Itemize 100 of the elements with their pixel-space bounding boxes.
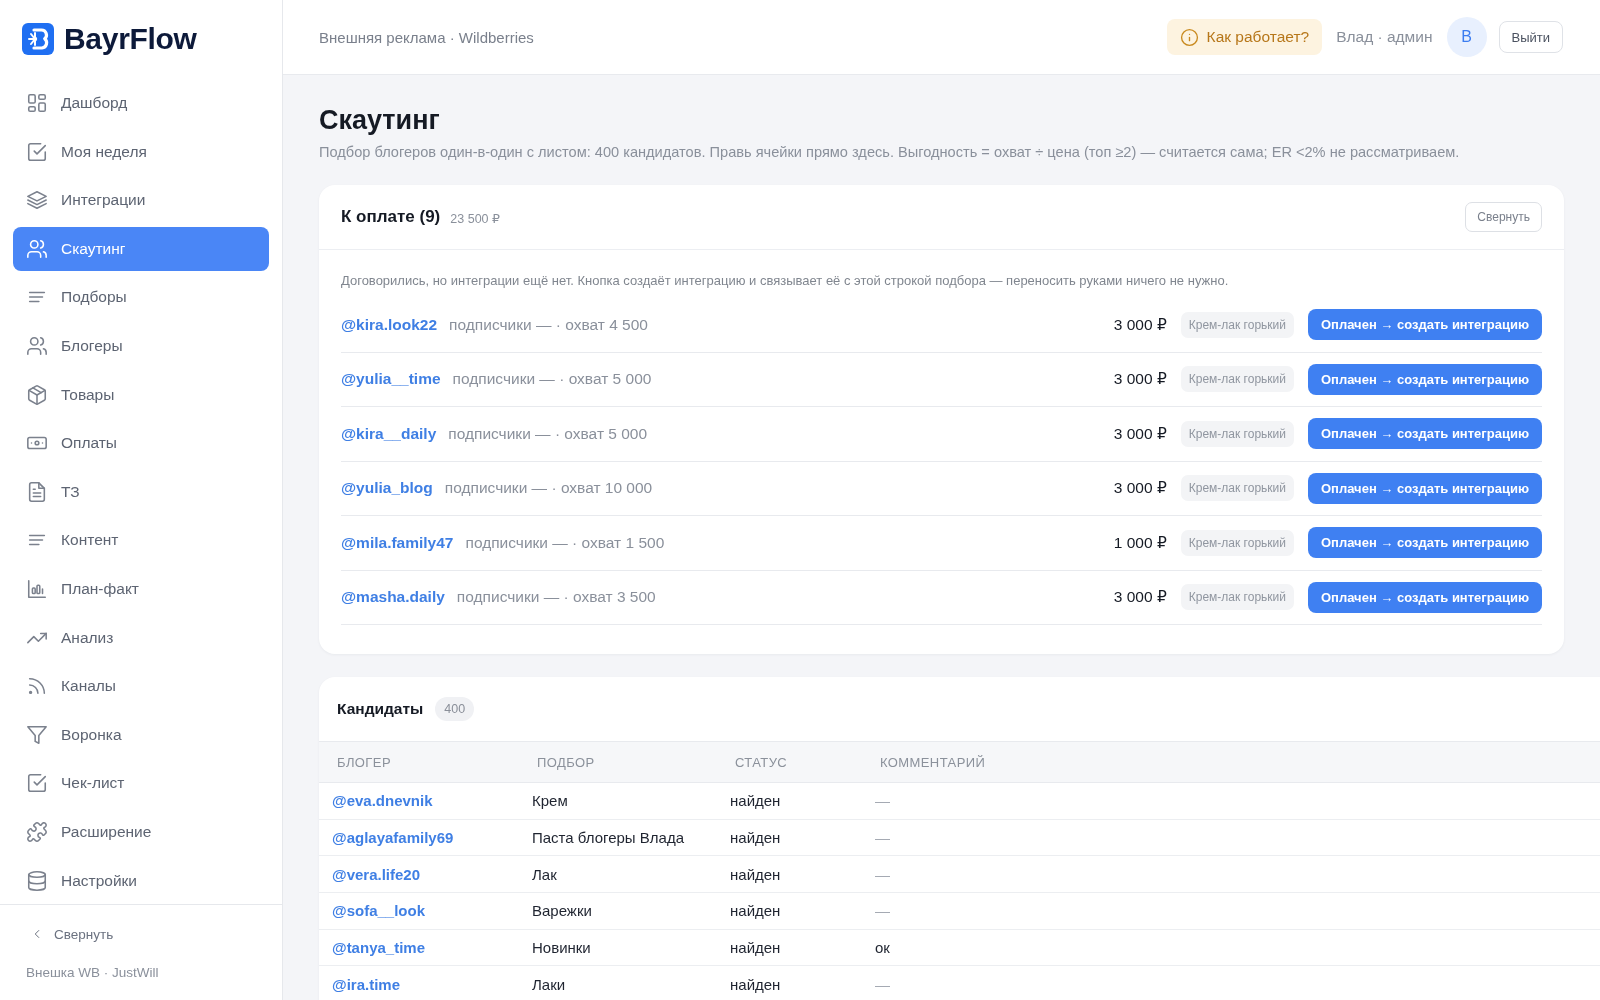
nav-item[interactable]: Воронка: [13, 712, 269, 757]
database-icon: [26, 869, 48, 892]
collapse-button[interactable]: Свернуть: [1465, 202, 1542, 232]
table-cell: —: [875, 902, 890, 920]
logo-icon: [22, 23, 54, 55]
column-header: ПОДБОР: [532, 741, 730, 783]
workspace-label: Внешка WB · JustWill: [26, 964, 159, 980]
help-button[interactable]: Как работает?: [1166, 19, 1323, 55]
blogger-link[interactable]: @mila.family47: [341, 533, 454, 552]
document-icon: [26, 480, 48, 503]
column-header: БЛОГЕР: [319, 741, 532, 783]
dashboard-grid-icon: [26, 92, 48, 114]
blogger-stats: подписчики — · охват 5 000: [452, 370, 652, 389]
users-icon: [26, 334, 48, 357]
nav-item[interactable]: Интеграции: [13, 178, 269, 223]
table-cell: —: [875, 792, 890, 810]
blogger-link[interactable]: @sofa__look: [332, 902, 425, 920]
price: 3 000 ₽: [1113, 588, 1167, 607]
layers-icon: [26, 189, 48, 212]
logo-text: BayrFlow: [64, 22, 197, 56]
nav-item[interactable]: Дашборд: [13, 81, 269, 125]
checkbox-icon: [26, 772, 48, 795]
table-cell: найден: [730, 865, 781, 883]
page-title: Скаутинг: [319, 104, 441, 137]
nav-item[interactable]: Скаутинг: [13, 226, 269, 271]
blogger-link[interactable]: @kira.look22: [341, 315, 438, 334]
avatar[interactable]: В: [1446, 17, 1487, 57]
table-cell: ок: [875, 939, 890, 957]
blogger-stats: подписчики — · охват 10 000: [444, 479, 653, 498]
table-cell: найден: [730, 792, 781, 810]
price: 1 000 ₽: [1113, 533, 1167, 552]
nav-item[interactable]: Контент: [13, 518, 269, 563]
logout-button[interactable]: Выйти: [1498, 21, 1563, 53]
create-integration-button[interactable]: Оплачен → создать интеграцию: [1308, 527, 1542, 559]
table-cell: найден: [730, 829, 781, 847]
blogger-link[interactable]: @masha.daily: [341, 588, 445, 607]
blogger-link[interactable]: @eva.dnevnik: [332, 792, 433, 810]
users-icon: [26, 237, 48, 260]
product-tag: Крем-лак горький: [1180, 420, 1294, 447]
nav-item[interactable]: ТЗ: [13, 469, 269, 514]
product-tag: Крем-лак горький: [1180, 475, 1294, 502]
page-subtitle: Подбор блогеров один-в-один с листом: 400 кандидатов. Правь ячейки прямо здесь. Выгодность = охват ÷ цена (топ ≥2) — считается сама; ER <2% не рассматриваем.: [319, 143, 1461, 162]
blogger-stats: подписчики — · охват 4 500: [449, 315, 648, 334]
table-cell: —: [875, 865, 890, 883]
nav-item[interactable]: Анализ: [13, 615, 269, 660]
checkbox-icon: [26, 140, 48, 163]
nav-item[interactable]: Каналы: [13, 664, 269, 709]
nav-item[interactable]: Расширение: [13, 809, 269, 854]
card-note: Договорились, но интеграции ещё нет. Кнопка создаёт интеграцию и связывает её с этой строкой подбора — переносить руками ничего не нужно.: [341, 272, 1230, 290]
blogger-link[interactable]: @yulia__time: [341, 370, 441, 389]
product-tag: Крем-лак горький: [1180, 584, 1294, 611]
blogger-link[interactable]: @yulia_blog: [341, 479, 433, 498]
box-icon: [26, 383, 48, 406]
price: 3 000 ₽: [1113, 370, 1167, 389]
blogger-stats: подписчики — · охват 3 500: [456, 588, 656, 607]
blogger-stats: подписчики — · охват 5 000: [448, 424, 648, 443]
create-integration-button[interactable]: Оплачен → создать интеграцию: [1308, 363, 1542, 395]
create-integration-button[interactable]: Оплачен → создать интеграцию: [1308, 472, 1542, 504]
product-tag: Крем-лак горький: [1180, 529, 1294, 556]
table-cell: Крем: [532, 792, 568, 810]
count-badge: 400: [435, 697, 475, 721]
blogger-link[interactable]: @tanya_time: [332, 939, 425, 957]
total-amount: 23 500 ₽: [450, 210, 500, 226]
nav-item[interactable]: Моя неделя: [13, 129, 269, 174]
create-integration-button[interactable]: Оплачен → создать интеграцию: [1308, 309, 1542, 341]
table-cell: найден: [730, 902, 781, 920]
blogger-link[interactable]: @kira__daily: [341, 424, 437, 443]
create-integration-button[interactable]: Оплачен → создать интеграцию: [1308, 418, 1542, 450]
table-cell: Варежки: [532, 902, 592, 920]
table-cell: найден: [730, 939, 781, 957]
product-tag: Крем-лак горький: [1180, 366, 1294, 393]
price: 3 000 ₽: [1113, 424, 1167, 443]
nav-item[interactable]: Чек-лист: [13, 761, 269, 806]
info-icon: [1179, 27, 1199, 47]
nav-item[interactable]: Настройки: [13, 858, 269, 903]
nav-item[interactable]: Подборы: [13, 275, 269, 320]
nav-item[interactable]: Товары: [13, 372, 269, 417]
table-cell: Лак: [532, 865, 557, 883]
blogger-link[interactable]: @aglayafamily69: [332, 829, 454, 847]
nav-item[interactable]: Оплаты: [13, 421, 269, 466]
price: 3 000 ₽: [1113, 315, 1167, 334]
table-cell: —: [875, 975, 890, 993]
bar-chart-icon: [26, 577, 48, 600]
product-tag: Крем-лак горький: [1180, 311, 1294, 338]
column-header: КОММЕНТАРИЙ: [875, 741, 1600, 783]
blogger-stats: подписчики — · охват 1 500: [465, 533, 665, 552]
table-cell: Новинки: [532, 939, 591, 957]
blogger-link[interactable]: @ira.time: [332, 975, 400, 993]
breadcrumb: Внешняя реклама · Wildberries: [319, 28, 534, 46]
blogger-link[interactable]: @vera.life20: [332, 865, 420, 883]
table-cell: Паста блогеры Влада: [532, 829, 684, 847]
table-cell: Лаки: [532, 975, 566, 993]
create-integration-button[interactable]: Оплачен → создать интеграцию: [1308, 581, 1542, 613]
column-header: СТАТУС: [730, 741, 875, 783]
collapse-button[interactable]: Свернуть: [26, 920, 118, 948]
puzzle-icon: [26, 820, 48, 843]
card-title: Кандидаты: [337, 700, 424, 718]
table-cell: найден: [730, 975, 781, 993]
nav-item[interactable]: План-факт: [13, 566, 269, 611]
nav-item[interactable]: Блогеры: [13, 323, 269, 368]
